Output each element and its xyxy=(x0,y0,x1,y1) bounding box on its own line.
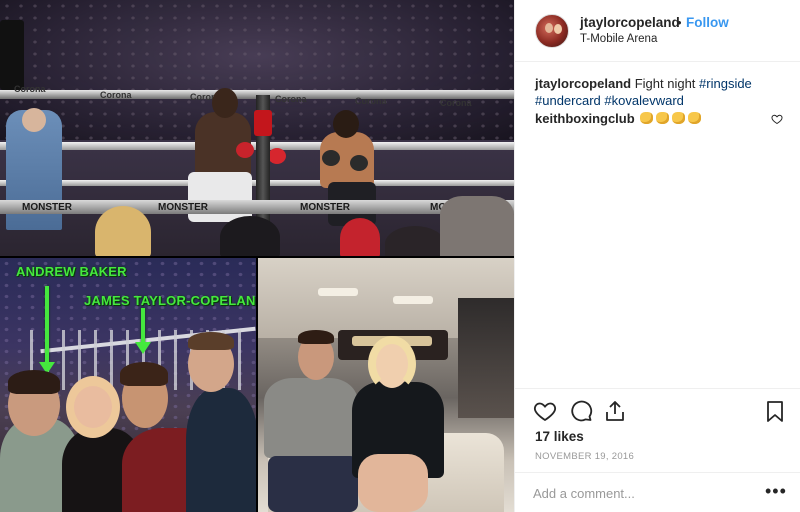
caption-username[interactable]: jtaylorcopeland xyxy=(535,76,631,91)
heart-icon[interactable] xyxy=(533,399,557,423)
separator-dot: • xyxy=(677,15,682,30)
rope-sponsor-text: Corona xyxy=(440,98,472,108)
hashtag-link[interactable]: #kovalevward xyxy=(604,93,684,108)
person-tag-label: ANDREW BAKER xyxy=(16,264,127,279)
rope-sponsor-text: Corona xyxy=(100,90,132,100)
comment-like-heart-icon[interactable] xyxy=(771,113,783,125)
bookmark-icon[interactable] xyxy=(763,399,787,423)
thumbs-up-emoji xyxy=(687,111,702,125)
post-caption: jtaylorcopeland Fight night #ringside #u… xyxy=(535,75,785,109)
comment-input[interactable] xyxy=(533,483,753,503)
post-header: jtaylorcopeland • Follow T-Mobile Arena xyxy=(515,0,800,62)
fist-emoji xyxy=(655,111,670,125)
rope-sponsor-text: Corona xyxy=(275,94,307,104)
post-date: NOVEMBER 19, 2016 xyxy=(535,451,635,462)
selfie-photo: ANDREW BAKER JAMES TAYLOR-COPELAND xyxy=(0,258,256,512)
thumbs-up-emoji xyxy=(671,111,686,125)
hashtag-link[interactable]: #ringside xyxy=(699,76,752,91)
comment-icon[interactable] xyxy=(569,399,593,423)
more-options-button[interactable]: ••• xyxy=(765,481,787,502)
avatar[interactable] xyxy=(535,14,569,48)
likes-count[interactable]: 17 likes xyxy=(535,429,584,444)
location-link[interactable]: T-Mobile Arena xyxy=(580,33,657,45)
share-icon[interactable] xyxy=(603,399,627,423)
comment-username[interactable]: keithboxingclub xyxy=(535,111,635,126)
ring-photo: Corona Corona Corona Corona Corona Coron… xyxy=(0,0,514,256)
post-side-panel: jtaylorcopeland • Follow T-Mobile Arena … xyxy=(514,0,800,512)
comment-row: keithboxingclub xyxy=(535,111,702,126)
camera-silhouette xyxy=(0,20,24,90)
caption-text: Fight night xyxy=(634,76,696,91)
person-tag-label: JAMES TAYLOR-COPELAND xyxy=(84,293,256,308)
fist-emoji xyxy=(639,111,654,125)
add-comment-bar: ••• xyxy=(515,472,800,512)
rope-sponsor-text: MONSTER xyxy=(300,202,350,213)
hashtag-link[interactable]: #undercard xyxy=(535,93,601,108)
username-link[interactable]: jtaylorcopeland xyxy=(580,15,680,30)
follow-button[interactable]: Follow xyxy=(686,15,729,30)
rope-sponsor-text: MONSTER xyxy=(22,202,72,213)
action-bar xyxy=(515,388,800,432)
arrow-down-icon xyxy=(45,286,49,364)
arrow-down-icon xyxy=(141,308,145,344)
rope-sponsor-text: Corona xyxy=(355,96,387,106)
rope-sponsor-text: Corona xyxy=(14,84,46,94)
rope-sponsor-text: MONSTER xyxy=(158,202,208,213)
post-image[interactable]: Corona Corona Corona Corona Corona Coron… xyxy=(0,0,514,512)
ringside-crowd xyxy=(0,196,514,256)
person-man-limo xyxy=(264,378,358,458)
limo-photo xyxy=(258,258,514,512)
